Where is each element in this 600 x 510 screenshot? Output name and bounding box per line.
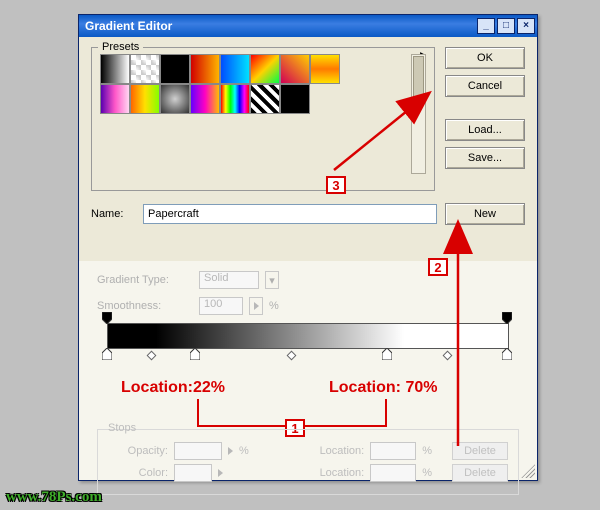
lower-panel: Gradient Type: Solid ▾ Smoothness: 100 %… [79, 261, 537, 480]
preset-swatch[interactable] [100, 84, 130, 114]
watermark: www.78Ps.com [6, 489, 102, 506]
gradient-type-select[interactable]: Solid [199, 271, 259, 289]
new-button[interactable]: New [445, 203, 525, 225]
name-input[interactable] [143, 204, 437, 224]
minimize-icon[interactable]: _ [477, 18, 495, 34]
preset-swatch[interactable] [280, 84, 310, 114]
smoothness-input[interactable]: 100 [199, 297, 243, 315]
opacity-stop-icon[interactable] [502, 312, 512, 324]
opacity-input[interactable] [174, 442, 222, 460]
preset-swatch[interactable] [250, 54, 280, 84]
chevron-right-icon[interactable] [228, 447, 233, 455]
color-location-label: Location: [320, 467, 365, 479]
preset-swatch[interactable] [160, 84, 190, 114]
gradient-bar[interactable] [107, 323, 509, 349]
titlebar[interactable]: Gradient Editor _ □ × [79, 15, 537, 37]
color-stop-icon[interactable] [502, 348, 512, 360]
preset-swatch[interactable] [310, 54, 340, 84]
preset-grid [100, 54, 407, 174]
name-row: Name: New [91, 203, 525, 225]
preset-swatch[interactable] [280, 54, 310, 84]
chevron-right-icon[interactable] [218, 469, 223, 477]
opacity-location-unit: % [422, 445, 432, 457]
midpoint-diamond-icon[interactable] [287, 351, 297, 361]
opacity-stop-icon[interactable] [102, 312, 112, 324]
preset-swatch[interactable] [220, 54, 250, 84]
delete-opacity-stop-button[interactable]: Delete [452, 442, 508, 460]
cancel-button[interactable]: Cancel [445, 75, 525, 97]
close-icon[interactable]: × [517, 18, 535, 34]
gradient-editor-dialog: Gradient Editor _ □ × Presets ► 3 OK Can… [78, 14, 538, 481]
ok-button[interactable]: OK [445, 47, 525, 69]
color-location-input[interactable] [370, 464, 416, 482]
preset-swatch[interactable] [100, 54, 130, 84]
annotation-location-70: Location: 70% [329, 379, 437, 397]
annotation-location-22: Location:22% [121, 379, 225, 397]
presets-scrollbar[interactable] [411, 54, 426, 174]
color-swatch-input[interactable] [174, 464, 212, 482]
preset-swatch[interactable] [250, 84, 280, 114]
resize-grip-icon[interactable] [521, 464, 535, 478]
preset-swatch[interactable] [130, 84, 160, 114]
gradient-bar-wrap [97, 323, 519, 349]
stop-location-annotations: Location:22% Location: 70% 1 [97, 379, 519, 401]
chevron-down-icon[interactable]: ▾ [265, 271, 279, 289]
dialog-content: Presets ► 3 OK Cancel Load... Save... Na… [79, 37, 537, 480]
maximize-icon[interactable]: □ [497, 18, 515, 34]
presets-group: Presets ► 3 [91, 47, 435, 191]
preset-swatch[interactable] [160, 54, 190, 84]
stops-group: Stops Opacity: % Location: % Delete Colo… [97, 429, 519, 495]
opacity-location-input[interactable] [370, 442, 416, 460]
chevron-right-icon[interactable] [249, 297, 263, 315]
delete-color-stop-button[interactable]: Delete [452, 464, 508, 482]
annotation-3: 3 [326, 176, 346, 194]
save-button[interactable]: Save... [445, 147, 525, 169]
color-stop-icon[interactable] [102, 348, 112, 360]
color-location-unit: % [422, 467, 432, 479]
name-label: Name: [91, 208, 135, 220]
preset-swatch[interactable] [190, 54, 220, 84]
stops-legend: Stops [104, 422, 140, 434]
window-title: Gradient Editor [85, 19, 475, 33]
load-button[interactable]: Load... [445, 119, 525, 141]
opacity-label: Opacity: [108, 445, 168, 457]
preset-swatch[interactable] [190, 84, 220, 114]
preset-swatch[interactable] [220, 84, 250, 114]
smoothness-unit: % [269, 300, 279, 312]
color-stop-icon[interactable] [382, 348, 392, 360]
color-label: Color: [108, 467, 168, 479]
presets-legend: Presets [98, 41, 143, 53]
smoothness-label: Smoothness: [97, 300, 193, 312]
color-stop-icon[interactable] [190, 348, 200, 360]
side-buttons: OK Cancel Load... Save... [445, 47, 525, 169]
opacity-location-label: Location: [320, 445, 365, 457]
midpoint-diamond-icon[interactable] [443, 351, 453, 361]
preset-swatch[interactable] [130, 54, 160, 84]
gradient-type-label: Gradient Type: [97, 274, 193, 286]
opacity-unit: % [239, 445, 249, 457]
midpoint-diamond-icon[interactable] [147, 351, 157, 361]
